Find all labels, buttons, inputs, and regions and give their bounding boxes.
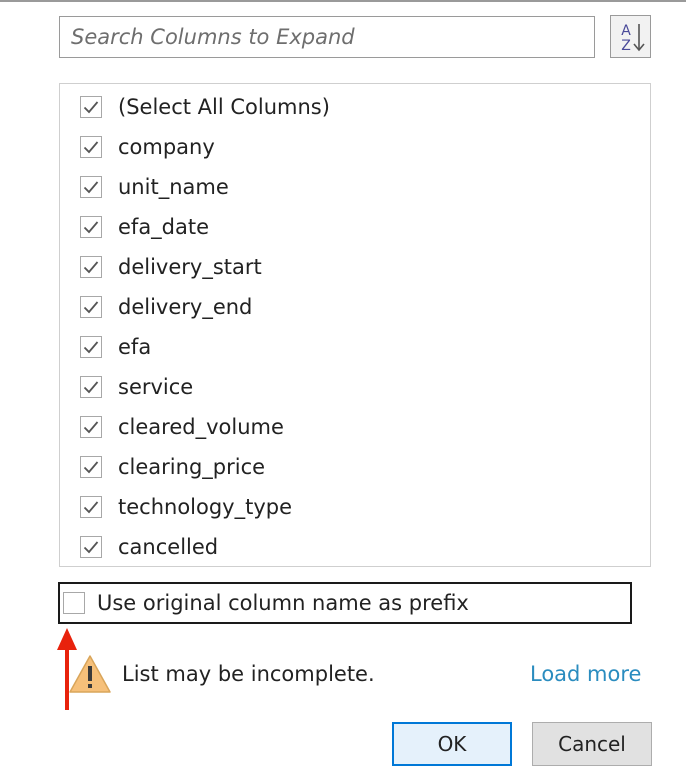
cancel-button[interactable]: Cancel	[532, 722, 652, 766]
column-list-item[interactable]: clearing_price	[80, 452, 265, 482]
svg-text:Z: Z	[621, 38, 631, 54]
column-checkbox[interactable]	[80, 416, 102, 438]
column-checkbox[interactable]	[80, 176, 102, 198]
column-label: delivery_end	[118, 295, 253, 319]
column-checkbox[interactable]	[80, 216, 102, 238]
prefix-label: Use original column name as prefix	[97, 591, 469, 615]
column-checkbox[interactable]	[80, 336, 102, 358]
column-checkbox[interactable]	[80, 376, 102, 398]
column-label: delivery_start	[118, 255, 262, 279]
sort-button[interactable]: A Z	[610, 15, 651, 58]
checkmark-icon	[83, 101, 99, 114]
column-label: efa	[118, 335, 152, 359]
window-top-border	[0, 0, 686, 2]
column-list-item[interactable]: efa_date	[80, 212, 209, 242]
column-list-item[interactable]: service	[80, 372, 193, 402]
column-label: clearing_price	[118, 455, 266, 479]
column-list-item[interactable]: company	[80, 132, 215, 162]
prefix-checkbox[interactable]	[63, 592, 85, 614]
search-field[interactable]	[59, 16, 595, 58]
checkmark-icon	[83, 501, 99, 514]
column-list[interactable]: (Select All Columns) company unit_name efa_…	[59, 83, 651, 567]
checkmark-icon	[83, 221, 99, 234]
column-checkbox[interactable]	[80, 136, 102, 158]
checkmark-icon	[83, 181, 99, 194]
checkmark-icon	[83, 541, 99, 554]
column-checkbox[interactable]	[80, 536, 102, 558]
checkmark-icon	[83, 341, 99, 354]
column-list-item[interactable]: delivery_start	[80, 252, 262, 282]
search-input[interactable]	[60, 17, 594, 57]
checkmark-icon	[83, 261, 99, 274]
column-label: cleared_volume	[118, 415, 284, 439]
column-list-item[interactable]: (Select All Columns)	[80, 92, 330, 122]
column-list-item[interactable]: delivery_end	[80, 292, 252, 322]
column-checkbox[interactable]	[80, 456, 102, 478]
checkmark-icon	[83, 141, 99, 154]
column-checkbox[interactable]	[80, 296, 102, 318]
column-label: (Select All Columns)	[118, 95, 330, 119]
svg-text:A: A	[621, 23, 631, 39]
column-list-item[interactable]: cancelled	[80, 532, 218, 562]
ok-button[interactable]: OK	[392, 722, 512, 766]
column-list-item[interactable]: cleared_volume	[80, 412, 284, 442]
column-list-item[interactable]: unit_name	[80, 172, 229, 202]
prefix-option[interactable]: Use original column name as prefix	[58, 582, 632, 624]
warning-icon	[69, 655, 111, 693]
column-label: unit_name	[118, 175, 229, 199]
checkmark-icon	[83, 381, 99, 394]
column-label: service	[118, 375, 194, 399]
column-list-item[interactable]: efa	[80, 332, 151, 362]
column-checkbox[interactable]	[80, 96, 102, 118]
column-label: cancelled	[118, 535, 219, 559]
column-label: technology_type	[118, 495, 293, 519]
column-list-item[interactable]: technology_type	[80, 492, 292, 522]
checkmark-icon	[83, 421, 99, 434]
warning-text: List may be incomplete.	[122, 662, 375, 686]
load-more-link[interactable]: Load more	[530, 662, 641, 686]
column-checkbox[interactable]	[80, 496, 102, 518]
column-checkbox[interactable]	[80, 256, 102, 278]
column-label: company	[118, 135, 215, 159]
column-label: efa_date	[118, 215, 210, 239]
sort-az-icon: A Z	[621, 23, 645, 54]
checkmark-icon	[83, 301, 99, 314]
checkmark-icon	[83, 461, 99, 474]
